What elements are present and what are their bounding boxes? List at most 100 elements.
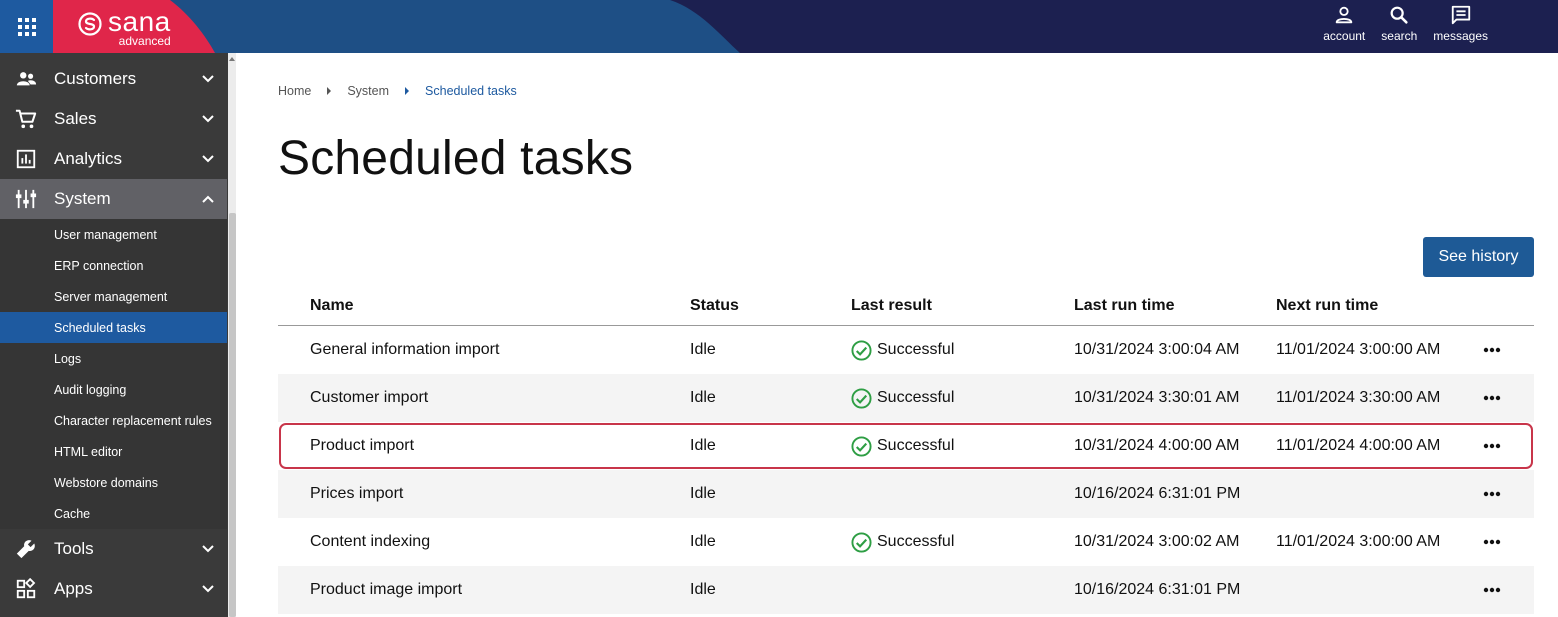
sidebar-subitem-user-management[interactable]: User management [0,219,227,250]
table-row[interactable]: General information import Idle Successf… [278,326,1534,374]
sidebar-item-analytics[interactable]: Analytics [0,139,227,179]
task-name: Product import [310,437,415,454]
task-last-result-text: Successful [877,437,955,454]
sidebar-item-customers[interactable]: Customers [0,59,227,99]
more-horizontal-icon [1483,491,1501,497]
messages-button[interactable]: messages [1425,4,1496,43]
success-check-icon [851,531,872,553]
main-content: Home System Scheduled tasks Scheduled ta… [236,53,1558,617]
messages-icon [1451,5,1470,25]
task-last-result: Successful [851,339,955,361]
table-row[interactable]: Prices import Idle 10/16/2024 6:31:01 PM [278,470,1534,518]
task-status: Idle [690,437,716,454]
more-horizontal-icon [1483,587,1501,593]
column-header-name[interactable]: Name [310,297,354,315]
table-row[interactable]: Product import Idle Successful 10/31/202… [278,422,1534,470]
task-last-run-time: 10/31/2024 3:00:04 AM [1074,341,1240,358]
header-actions: account search messages [1315,4,1496,43]
more-horizontal-icon [1483,395,1501,401]
success-check-icon [851,387,872,409]
task-next-run-time: 11/01/2024 4:00:00 AM [1276,437,1441,454]
more-actions-button[interactable] [1480,386,1504,410]
more-actions-button[interactable] [1480,530,1504,554]
sidebar-item-tools[interactable]: Tools [0,529,227,569]
breadcrumb-separator-icon [405,87,410,95]
more-actions-button[interactable] [1480,434,1504,458]
more-actions-button[interactable] [1480,578,1504,602]
sidebar-item-label: Tools [54,539,94,558]
sliders-icon [14,187,38,211]
column-header-next-run-time[interactable]: Next run time [1276,297,1378,315]
sana-logo-icon [78,12,102,36]
chevron-down-icon [202,585,214,593]
more-actions-button[interactable] [1480,482,1504,506]
account-label: account [1323,29,1366,43]
breadcrumb-system[interactable]: System [347,84,389,98]
logo-name: sana [108,6,171,37]
task-name: General information import [310,341,500,358]
scroll-up-arrow-icon[interactable] [229,57,235,61]
sidebar-subitem-server-management[interactable]: Server management [0,281,227,312]
breadcrumb-home[interactable]: Home [278,84,311,98]
task-last-run-time: 10/31/2024 3:30:01 AM [1074,389,1240,406]
sidebar-subitem-webstore-domains[interactable]: Webstore domains [0,467,227,498]
sidebar-item-system[interactable]: System [0,179,227,219]
sidebar-subitem-logs[interactable]: Logs [0,343,227,374]
person-icon [1336,6,1353,24]
task-last-result-text: Successful [877,341,955,358]
see-history-button[interactable]: See history [1423,237,1534,277]
people-icon [14,67,38,91]
success-check-icon [851,435,872,457]
chevron-down-icon [202,115,214,123]
sidebar-subitem-audit-logging[interactable]: Audit logging [0,374,227,405]
success-check-icon [851,339,872,361]
task-next-run-time: 11/01/2024 3:30:00 AM [1276,389,1441,406]
task-last-result-text: Successful [877,389,955,406]
search-button[interactable]: search [1373,4,1425,43]
column-header-status[interactable]: Status [690,297,739,315]
task-last-run-time: 10/31/2024 3:00:02 AM [1074,533,1240,550]
chevron-down-icon [202,75,214,83]
breadcrumb-separator-icon [327,87,332,95]
sidebar-subitem-cache[interactable]: Cache [0,498,227,529]
task-last-run-time: 10/31/2024 4:00:00 AM [1074,437,1240,454]
column-header-last-run-time[interactable]: Last run time [1074,297,1174,315]
apps-icon [14,577,38,601]
chart-icon [14,147,38,171]
task-status: Idle [690,389,716,406]
table-row[interactable]: Customer import Idle Successful 10/31/20… [278,374,1534,422]
more-actions-button[interactable] [1480,338,1504,362]
task-name: Customer import [310,389,429,406]
task-name: Content indexing [310,533,431,550]
table-header: Name Status Last result Last run time Ne… [278,284,1534,326]
more-horizontal-icon [1483,539,1501,545]
sana-logo[interactable]: sana advanced [78,8,171,48]
account-button[interactable]: account [1315,4,1373,43]
task-last-result: Successful [851,387,955,409]
table-row[interactable]: Product image import Idle 10/16/2024 6:3… [278,566,1534,614]
breadcrumb-current: Scheduled tasks [425,84,517,98]
sidebar-subitem-erp-connection[interactable]: ERP connection [0,250,227,281]
sidebar-item-sales[interactable]: Sales [0,99,227,139]
task-status: Idle [690,341,716,358]
more-horizontal-icon [1483,443,1501,449]
sidebar-item-label: System [54,189,111,208]
sidebar-subitem-html-editor[interactable]: HTML editor [0,436,227,467]
breadcrumb: Home System Scheduled tasks [278,84,517,98]
sidebar-subitem-scheduled-tasks[interactable]: Scheduled tasks [0,312,227,343]
search-icon [1390,6,1408,24]
sidebar-scroll-thumb[interactable] [229,213,236,617]
sidebar-item-label: Apps [54,579,93,598]
column-header-last-result[interactable]: Last result [851,297,932,315]
grid-icon [17,17,36,36]
task-next-run-time: 11/01/2024 3:00:00 AM [1276,341,1441,358]
sidebar-subitem-character-replacement-rules[interactable]: Character replacement rules [0,405,227,436]
sidebar-item-apps[interactable]: Apps [0,569,227,609]
logo-edition: advanced [118,34,171,48]
cart-icon [14,107,38,131]
task-last-result-text: Successful [877,533,955,550]
table-row[interactable]: Content indexing Idle Successful 10/31/2… [278,518,1534,566]
chevron-up-icon [202,195,214,203]
app-grid-button[interactable] [0,0,53,53]
chevron-down-icon [202,155,214,163]
